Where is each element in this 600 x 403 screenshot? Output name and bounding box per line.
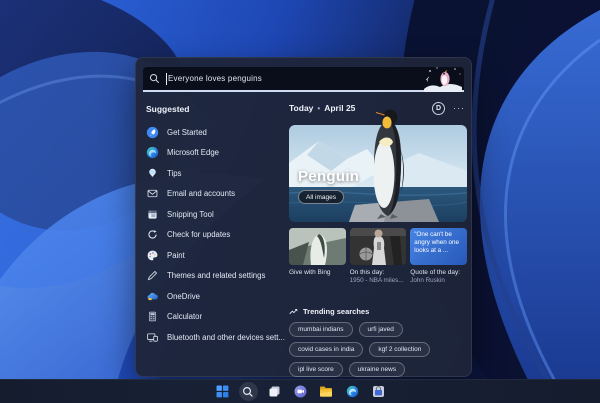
separator-dot: • (317, 103, 321, 113)
hero-title: Penguin (298, 168, 360, 185)
suggested-item-label: Tips (167, 168, 182, 178)
caption-line1: On this day: (349, 269, 385, 276)
start-button[interactable] (213, 382, 232, 401)
store-icon (372, 386, 384, 397)
quote-text: "One can't be angry when one looks at a … (414, 231, 459, 254)
trending-pill[interactable]: mumbai indians (289, 322, 353, 337)
give-with-bing-image (289, 228, 346, 265)
caption-line2: John Ruskin (410, 277, 445, 284)
suggested-item-label: Themes and related settings (167, 271, 266, 281)
suggested-item-snipping-tool[interactable]: Snipping Tool (144, 204, 286, 225)
suggested-list: Suggested Get Started Microsoft Edge Tip… (136, 96, 286, 376)
hero-image-card[interactable]: Penguin All images (289, 109, 467, 222)
suggested-item-label: Bluetooth and other devices sett... (167, 332, 285, 342)
trending-pill[interactable]: urfi javed (358, 322, 403, 337)
envelope-icon (146, 187, 159, 200)
suggested-item-check-for-updates[interactable]: Check for updates (144, 225, 286, 246)
suggested-item-label: Email and accounts (167, 189, 236, 199)
card-caption: Quote of the day: John Ruskin (410, 269, 467, 285)
suggested-item-microsoft-edge[interactable]: Microsoft Edge (144, 143, 286, 164)
card-caption: On this day: 1950 - NBA miles... (350, 269, 407, 285)
chat-button[interactable] (291, 382, 310, 401)
more-options-button[interactable]: ··· (453, 104, 465, 113)
suggested-item-paint[interactable]: Paint (144, 245, 286, 266)
suggested-item-bluetooth-devices[interactable]: Bluetooth and other devices sett... (144, 327, 286, 348)
store-button[interactable] (369, 382, 388, 401)
caption-line2: 1950 - NBA miles... (349, 277, 404, 284)
devices-icon (146, 331, 159, 344)
content-area: Today • April 25 D ··· Penguin All image… (289, 96, 467, 377)
taskbar (0, 379, 600, 403)
trending-pill[interactable]: covid cases in india (289, 342, 364, 357)
chat-icon (294, 385, 306, 398)
card-quote-of-the-day[interactable]: "One can't be angry when one looks at a … (410, 228, 467, 285)
trending-searches-section: Trending searches mumbai indians urfi ja… (289, 307, 467, 377)
suggested-item-onedrive[interactable]: OneDrive (144, 286, 286, 307)
suggested-item-label: Get Started (167, 127, 207, 137)
suggested-item-tips[interactable]: Tips (144, 163, 286, 184)
date-label: April 25 (324, 103, 356, 113)
suggested-item-label: Microsoft Edge (167, 148, 220, 158)
penguin-doodle-icon (424, 67, 462, 92)
search-query-text: Everyone loves penguins (168, 74, 262, 83)
paint-palette-icon (146, 249, 159, 262)
trending-pill[interactable]: kgf 2 collection (369, 342, 431, 357)
task-view-icon (269, 386, 279, 397)
trending-pill[interactable]: ukraine news (348, 362, 406, 377)
suggested-item-label: Paint (167, 250, 185, 260)
suggested-item-label: Calculator (167, 312, 203, 322)
lightbulb-icon (146, 167, 159, 180)
get-started-icon (146, 126, 159, 139)
suggested-item-calculator[interactable]: Calculator (144, 307, 286, 328)
refresh-icon (146, 228, 159, 241)
trending-pill[interactable]: ipl live score (289, 362, 343, 377)
info-cards-row: Give with Bing On this day: 1950 - NBA m… (289, 228, 467, 285)
file-explorer-button[interactable] (317, 382, 336, 401)
suggested-item-label: Check for updates (167, 230, 231, 240)
today-label: Today (289, 103, 314, 113)
penguin-photo (373, 109, 404, 219)
trending-pills: mumbai indians urfi javed covid cases in… (289, 322, 467, 377)
edge-taskbar-button[interactable] (343, 382, 362, 401)
file-explorer-icon (320, 386, 332, 397)
suggested-item-get-started[interactable]: Get Started (144, 122, 286, 143)
search-panel: Everyone loves penguins Suggested Get St… (135, 57, 472, 377)
taskbar-search-button[interactable] (238, 382, 258, 401)
edge-taskbar-icon (346, 385, 358, 398)
pencil-icon (146, 269, 159, 282)
onedrive-cloud-icon (146, 290, 159, 303)
windows-logo-icon (216, 385, 228, 398)
card-on-this-day[interactable]: On this day: 1950 - NBA miles... (349, 228, 407, 285)
card-caption: Give with Bing (289, 269, 346, 277)
suggested-header: Suggested (146, 104, 190, 114)
search-icon (149, 73, 160, 84)
suggested-item-email-accounts[interactable]: Email and accounts (144, 184, 286, 205)
today-date: Today • April 25 (289, 103, 355, 113)
quote-card-background: "One can't be angry when one looks at a … (410, 228, 467, 265)
text-caret (166, 72, 167, 85)
search-input[interactable]: Everyone loves penguins (143, 67, 464, 92)
trending-arrow-icon (289, 308, 298, 315)
task-view-button[interactable] (265, 382, 284, 401)
suggested-item-label: Snipping Tool (167, 209, 214, 219)
taskbar-search-icon (242, 386, 253, 397)
caption-line1: Give with Bing (289, 269, 331, 276)
suggested-item-themes-settings[interactable]: Themes and related settings (144, 266, 286, 287)
edge-icon (146, 146, 159, 159)
calculator-icon (146, 310, 159, 323)
trending-title: Trending searches (303, 307, 370, 316)
scissors-icon (146, 208, 159, 221)
all-images-button[interactable]: All images (298, 190, 344, 204)
trending-header: Trending searches (289, 307, 467, 316)
suggested-item-label: OneDrive (167, 291, 200, 301)
on-this-day-image (349, 228, 407, 265)
user-avatar[interactable]: D (432, 101, 445, 115)
card-give-with-bing[interactable]: Give with Bing (289, 228, 346, 285)
caption-line1: Quote of the day: (410, 269, 461, 276)
